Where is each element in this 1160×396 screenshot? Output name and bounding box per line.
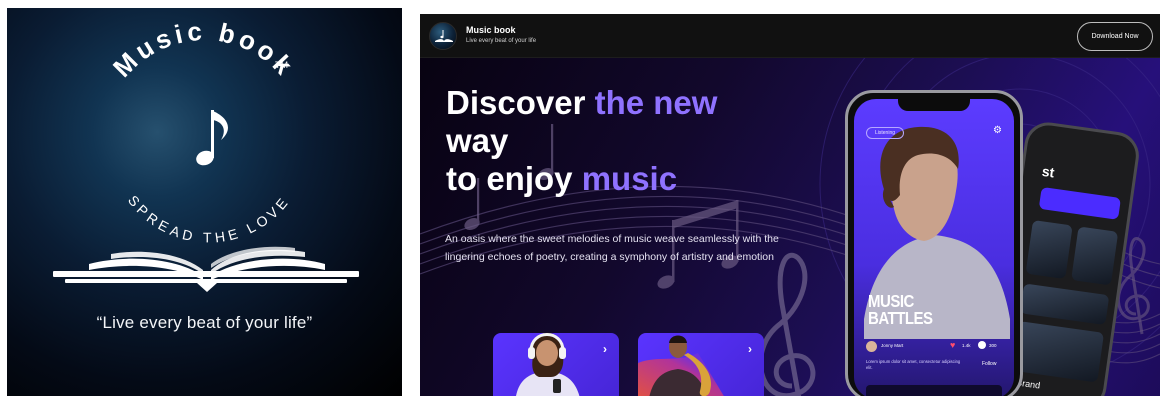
logo-slogan: SPREAD THE LOVE	[125, 192, 293, 245]
card-arrow-icon[interactable]: ›	[603, 342, 607, 356]
promo-card-listener[interactable]: ›	[493, 332, 619, 396]
phone-screen: Listening ⚙ MUSIC BATTLES Jonny Mart ♥ 1…	[854, 99, 1014, 396]
header-logo-avatar[interactable]	[429, 22, 457, 50]
music-battles-title: MUSIC BATTLES	[868, 291, 933, 329]
hero-title-line2: way	[446, 122, 509, 159]
back-phone-thumbnail[interactable]	[1025, 220, 1073, 280]
logo-brand-name: Music book	[107, 16, 301, 83]
saxophonist-image	[638, 335, 724, 396]
woman-headphones-image	[516, 332, 580, 396]
creator-row: Jonny Mart ♥ 1.4k 300	[866, 339, 1006, 355]
open-book-icon	[53, 246, 359, 292]
music-note-icon	[196, 110, 228, 166]
hero-title-accent: the new	[594, 84, 718, 121]
phone-mockup-front: Listening ⚙ MUSIC BATTLES Jonny Mart ♥ 1…	[845, 90, 1023, 396]
back-phone-thumbnail[interactable]	[1019, 283, 1110, 326]
hero-title-plain: Discover	[446, 84, 595, 121]
card-arrow-icon[interactable]: ›	[748, 342, 752, 356]
header-subtitle: Live every beat of your life	[466, 38, 537, 44]
creator-avatar[interactable]	[866, 341, 877, 352]
treble-clef-decoration	[758, 252, 816, 396]
back-phone-thumbnail[interactable]	[1011, 321, 1105, 383]
music-book-logo: Music book TM SPREAD THE LOVE	[53, 16, 359, 292]
battle-description: Lorem ipsum dolor sit amet, consectetur …	[866, 359, 961, 370]
download-now-button[interactable]: Download Now	[1077, 22, 1153, 51]
listening-pill[interactable]: Listening	[866, 127, 905, 139]
logo-trademark: TM	[275, 60, 288, 70]
heart-icon[interactable]: ♥	[950, 340, 955, 350]
creator-name: Jonny Mart	[881, 343, 904, 348]
gear-icon[interactable]: ⚙	[993, 125, 1002, 136]
back-phone-title: st	[1040, 162, 1056, 181]
hero-description: An oasis where the sweet melodies of mus…	[445, 233, 779, 263]
promo-card-saxophonist[interactable]: ›	[638, 333, 764, 396]
hero-title: Discover the new way to enjoy music	[446, 84, 717, 198]
header-title: Music book	[466, 25, 516, 35]
comment-icon[interactable]	[978, 341, 986, 349]
back-phone-button[interactable]	[1038, 186, 1121, 220]
site-header: Music book Live every beat of your life …	[420, 14, 1160, 58]
hero-title-music: music	[581, 160, 678, 197]
logo-tagline: “Live every beat of your life”	[96, 313, 313, 332]
logo-panel: Music book TM SPREAD THE LOVE “Live ever…	[7, 8, 402, 396]
comment-count: 300	[989, 343, 997, 348]
bottom-bar	[866, 385, 1002, 396]
back-phone-thumbnail[interactable]	[1071, 226, 1119, 286]
landing-page: Music book Live every beat of your life …	[420, 14, 1160, 396]
like-count: 1.4k	[962, 343, 971, 348]
hero-title-line3: to enjoy	[446, 160, 582, 197]
follow-link[interactable]: Follow	[982, 361, 996, 367]
book-logo-icon	[435, 30, 453, 42]
phone-notch	[898, 99, 970, 111]
